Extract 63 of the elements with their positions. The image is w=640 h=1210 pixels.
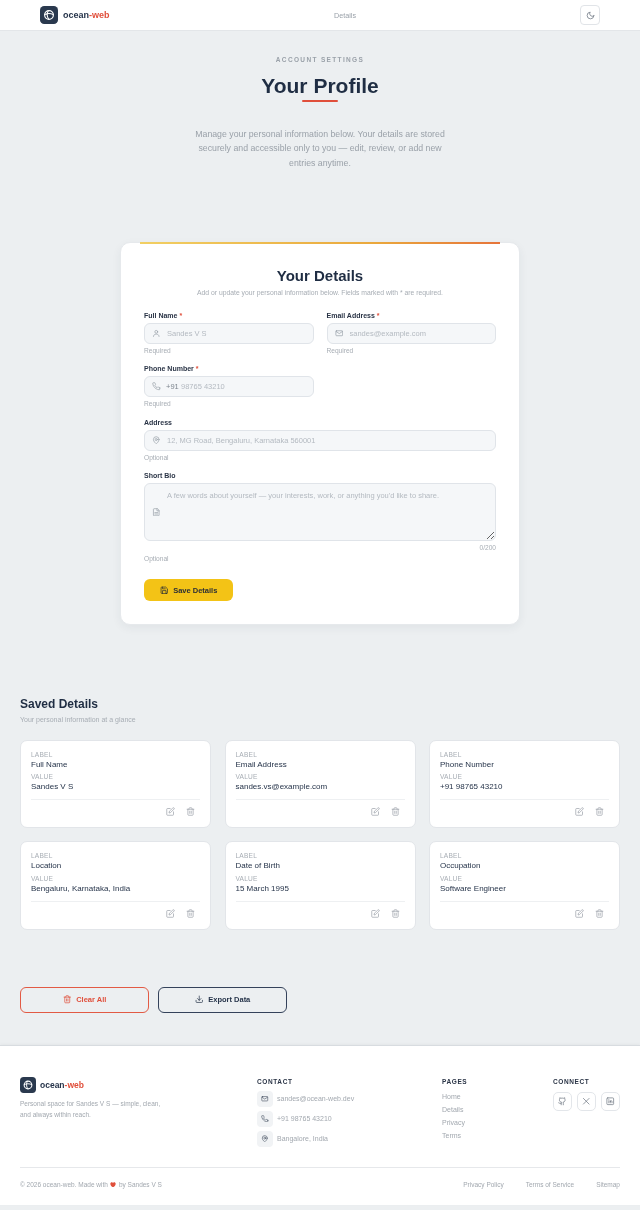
trash-icon [390,908,400,918]
social-button[interactable] [601,1092,620,1111]
delete-button[interactable] [593,805,606,819]
value-text: sandes.vs@example.com [235,782,328,793]
value-text: +91 98765 43210 [440,782,503,793]
document-icon [152,507,161,517]
brand-name: ocean-web [40,1078,84,1091]
download-icon [194,995,204,1004]
mail-icon [334,328,343,338]
label-text: Email Address [235,759,287,770]
label-text: Date of Birth [235,861,280,872]
edit-button[interactable] [368,906,382,920]
trash-icon [186,807,195,817]
edit-button[interactable] [573,805,586,819]
edit-button[interactable] [573,906,586,920]
linkedin-icon [606,1097,615,1106]
mail-icon [257,1090,273,1107]
phone-icon [152,382,161,391]
heart-icon [110,1181,117,1188]
delete-button[interactable] [184,906,197,920]
social-button[interactable] [553,1092,572,1111]
map-pin-icon [152,435,161,445]
delete-button[interactable] [184,805,197,819]
value-text: Sandes V S [31,782,74,793]
logo-icon [20,1076,36,1093]
pencil-icon [575,908,584,918]
section-title: Saved Details [20,696,99,713]
intro-text: Manage your personal information below. Your details are stored securely and accessible only to you — edit, review, or add new entries anytime. [194,127,446,170]
trash-icon [390,807,400,817]
pencil-icon [575,807,584,817]
trash-icon [62,995,72,1004]
edit-button[interactable] [164,906,177,920]
floppy-disk-icon [159,585,169,595]
user-icon [152,328,161,338]
pencil-icon [166,807,175,817]
trash-icon [595,908,604,918]
map-pin-icon [257,1130,273,1147]
social-button[interactable] [577,1092,596,1111]
trash-icon [595,807,604,817]
edit-button[interactable] [368,805,382,819]
page-title: Your Profile [261,72,379,99]
value-text: Software Engineer [440,883,506,894]
value-text: 15 March 1995 [235,883,289,894]
theme-toggle-button[interactable] [580,5,600,25]
label-text: Location [31,861,62,872]
pencil-icon [370,807,380,817]
x-logo-icon [582,1097,591,1106]
brand-name[interactable]: ocean-web [63,9,110,21]
label-text: Phone Number [440,759,494,770]
label-text: Full Name [31,759,68,770]
delete-button[interactable] [593,906,606,920]
label-text: Occupation [440,861,481,872]
moon-icon [585,10,595,20]
trash-icon [186,908,195,918]
pencil-icon [370,908,380,918]
github-icon [558,1097,567,1106]
edit-button[interactable] [164,805,177,819]
title-underline [302,100,338,103]
value-text: Bengaluru, Karnataka, India [31,883,131,894]
form-title: Your Details [276,266,364,286]
logo-icon [40,6,58,24]
phone-icon [257,1110,273,1127]
pencil-icon [166,908,175,918]
